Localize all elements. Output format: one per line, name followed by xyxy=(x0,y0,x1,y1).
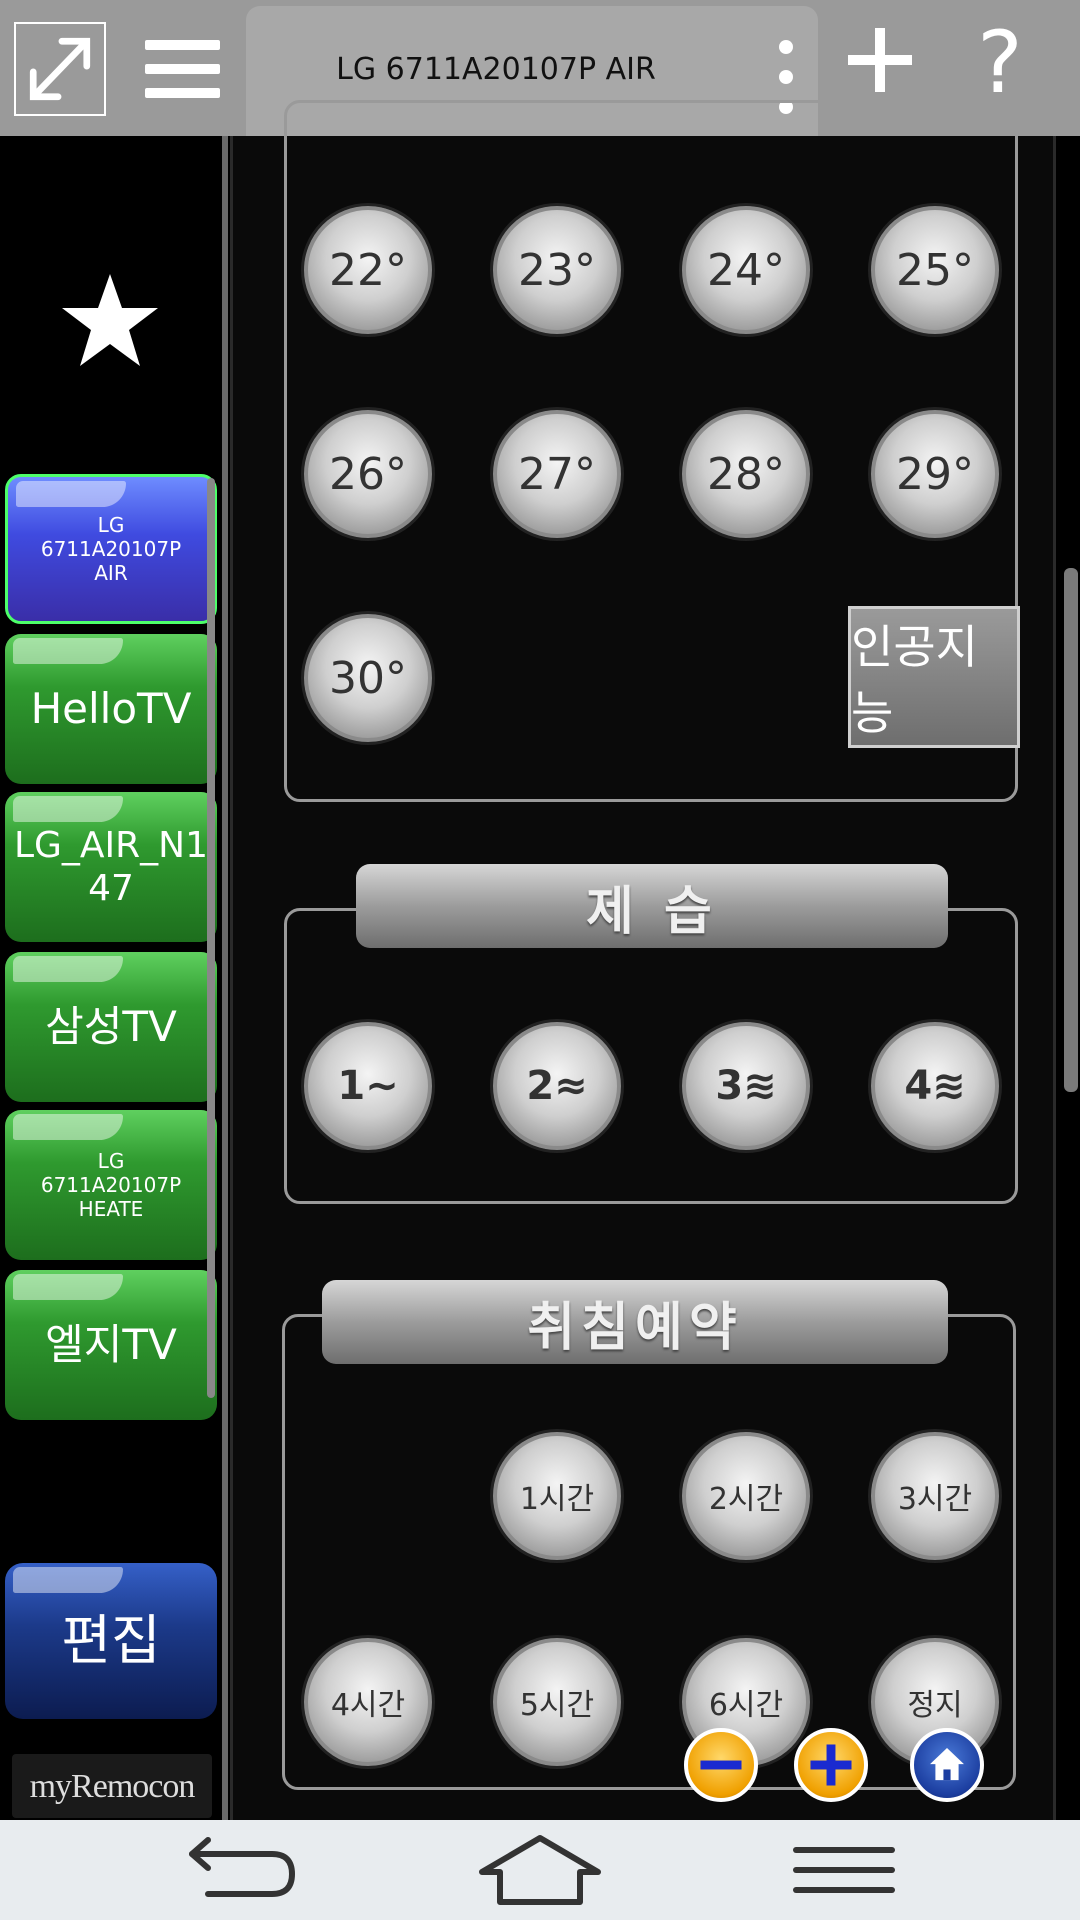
timer-label: 3시간 xyxy=(897,1482,973,1517)
device-item-samsung-tv[interactable]: 삼성TV xyxy=(5,952,217,1102)
temp-30-button[interactable]: 30° xyxy=(304,614,432,742)
device-title: LG 6711A20107P AIR xyxy=(336,52,656,87)
help-icon[interactable]: ? xyxy=(970,18,1030,108)
temp-label: 22° xyxy=(329,244,407,296)
temp-label: 27° xyxy=(518,448,596,500)
sleep-timer-title: 취침예약 xyxy=(322,1280,948,1364)
hamburger-menu-icon[interactable] xyxy=(145,40,220,98)
temp-label: 28° xyxy=(707,448,785,500)
temp-22-button[interactable]: 22° xyxy=(304,206,432,334)
logo-text: myRemocon xyxy=(29,1768,196,1805)
dehumidify-label: 3≋ xyxy=(715,1063,777,1109)
app-logo: myRemocon xyxy=(12,1754,212,1818)
temp-24-button[interactable]: 24° xyxy=(682,206,810,334)
timer-2h-button[interactable]: 2시간 xyxy=(682,1432,810,1560)
device-label: HelloTV xyxy=(30,683,192,733)
add-icon[interactable] xyxy=(844,24,916,96)
temp-27-button[interactable]: 27° xyxy=(493,410,621,538)
dehumidify-label: 2≈ xyxy=(526,1063,588,1109)
device-label: 삼성TV xyxy=(45,1001,177,1051)
temp-label: 30° xyxy=(329,652,407,704)
sidebar-divider xyxy=(222,136,228,1820)
back-icon[interactable] xyxy=(168,1830,308,1910)
device-item-lg-air[interactable]: LG 6711A20107P AIR xyxy=(5,474,217,624)
device-item-lg-tv[interactable]: 엘지TV xyxy=(5,1270,217,1420)
ai-mode-button[interactable]: 인공지능 xyxy=(848,606,1020,748)
device-label: LG_AIR_N147 xyxy=(13,824,209,909)
temp-label: 25° xyxy=(896,244,974,296)
temp-23-button[interactable]: 23° xyxy=(493,206,621,334)
edit-button[interactable]: 편집 xyxy=(5,1563,217,1719)
timer-1h-button[interactable]: 1시간 xyxy=(493,1432,621,1560)
temp-25-button[interactable]: 25° xyxy=(871,206,999,334)
temp-label: 29° xyxy=(896,448,974,500)
favorite-star-icon[interactable] xyxy=(60,270,160,370)
dehumidify-4-button[interactable]: 4≋ xyxy=(871,1022,999,1150)
edit-label: 편집 xyxy=(61,1608,161,1672)
device-item-hellotv[interactable]: HelloTV xyxy=(5,634,217,784)
remote-scrollbar[interactable] xyxy=(1064,568,1078,1092)
recent-apps-icon[interactable] xyxy=(774,1830,914,1910)
timer-label: 2시간 xyxy=(708,1482,784,1517)
home-nav-icon[interactable] xyxy=(470,1830,610,1910)
timer-label: 5시간 xyxy=(519,1688,595,1723)
timer-4h-button[interactable]: 4시간 xyxy=(304,1638,432,1766)
temp-label: 23° xyxy=(518,244,596,296)
dehumidify-1-button[interactable]: 1∼ xyxy=(304,1022,432,1150)
temp-label: 24° xyxy=(707,244,785,296)
dehumidify-label: 4≋ xyxy=(904,1063,966,1109)
zoom-out-icon[interactable] xyxy=(684,1728,758,1802)
temp-label: 26° xyxy=(329,448,407,500)
device-item-lg-heater[interactable]: LG 6711A20107P HEATE xyxy=(5,1110,217,1260)
timer-3h-button[interactable]: 3시간 xyxy=(871,1432,999,1560)
home-icon[interactable] xyxy=(910,1728,984,1802)
device-item-lg-air-n147[interactable]: LG_AIR_N147 xyxy=(5,792,217,942)
dehumidify-2-button[interactable]: 2≈ xyxy=(493,1022,621,1150)
dehumidify-3-button[interactable]: 3≋ xyxy=(682,1022,810,1150)
dehumidify-title: 제 습 xyxy=(356,864,948,948)
dehumidify-label: 1∼ xyxy=(337,1063,399,1109)
device-label: 엘지TV xyxy=(45,1319,177,1369)
timer-5h-button[interactable]: 5시간 xyxy=(493,1638,621,1766)
timer-label: 6시간 xyxy=(708,1688,784,1723)
fullscreen-icon[interactable] xyxy=(14,22,106,116)
temp-29-button[interactable]: 29° xyxy=(871,410,999,538)
device-label: LG 6711A20107P AIR xyxy=(40,513,182,585)
sidebar-scrollbar[interactable] xyxy=(207,478,215,1398)
timer-label: 4시간 xyxy=(330,1688,406,1723)
temp-26-button[interactable]: 26° xyxy=(304,410,432,538)
device-label: LG 6711A20107P HEATE xyxy=(40,1149,182,1221)
timer-label: 정지 xyxy=(907,1688,963,1723)
temp-28-button[interactable]: 28° xyxy=(682,410,810,538)
system-nav-bar xyxy=(0,1820,1080,1920)
zoom-in-icon[interactable] xyxy=(794,1728,868,1802)
timer-label: 1시간 xyxy=(519,1482,595,1517)
